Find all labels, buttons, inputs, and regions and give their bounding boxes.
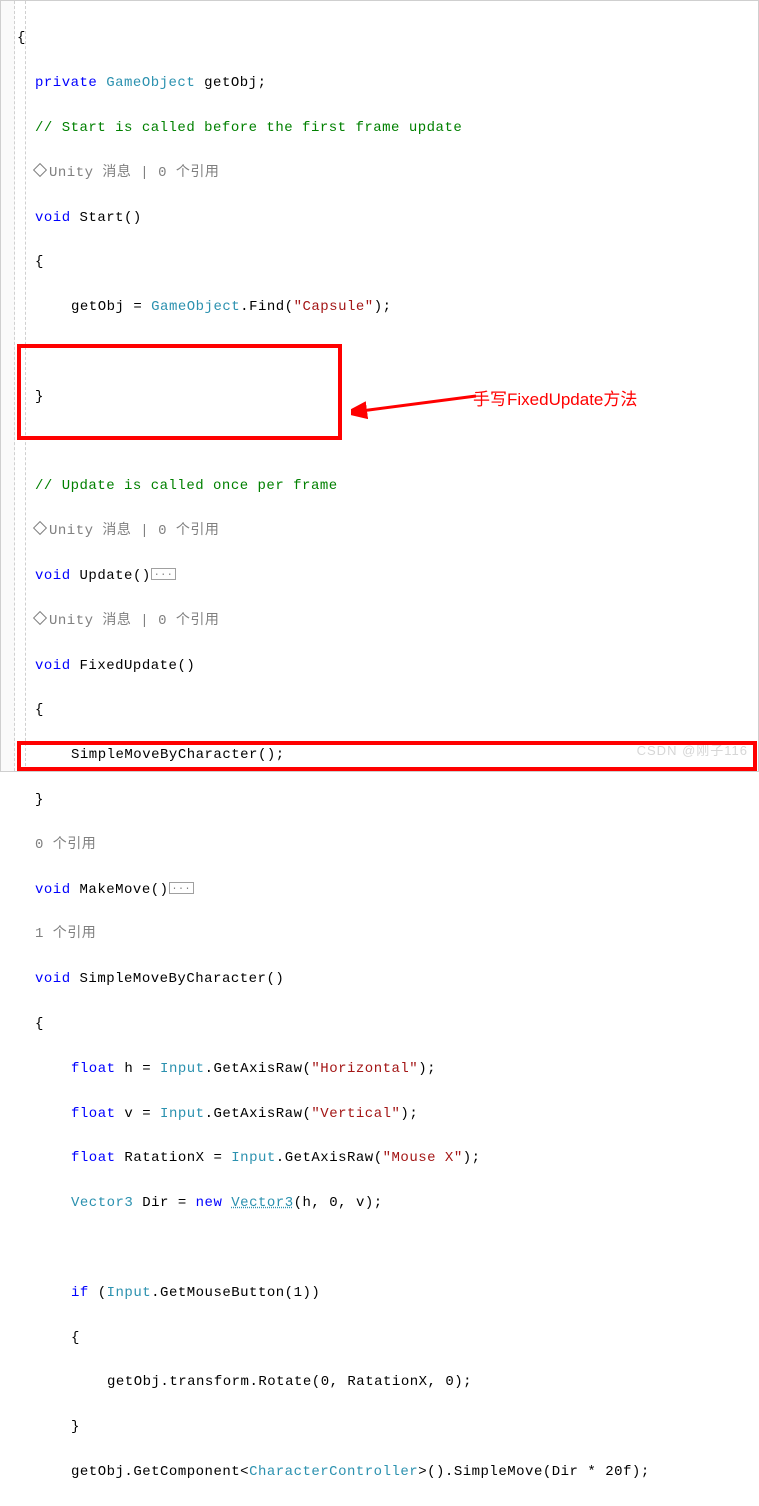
method-simplemovebychar: SimpleMoveByCharacter xyxy=(80,971,267,987)
codelens-unity[interactable]: Unity 消息 | 0 个引用 xyxy=(49,613,219,629)
code-line[interactable]: void Update()... xyxy=(17,565,758,587)
code-line[interactable]: float v = Input.GetAxisRaw("Vertical"); xyxy=(17,1103,758,1125)
codelens-line[interactable]: 0 个引用 xyxy=(17,834,758,856)
string-vertical: "Vertical" xyxy=(311,1106,400,1122)
code-line[interactable]: float RatationX = Input.GetAxisRaw("Mous… xyxy=(17,1147,758,1169)
comment-line[interactable]: // Update is called once per frame xyxy=(17,475,758,497)
fold-toggle[interactable]: ... xyxy=(169,882,195,894)
codelens-line[interactable]: Unity 消息 | 0 个引用 xyxy=(17,162,758,184)
codelens-unity[interactable]: Unity 消息 | 0 个引用 xyxy=(49,165,219,181)
type-gameobject: GameObject xyxy=(106,75,195,91)
code-line[interactable]: Vector3 Dir = new Vector3(h, 0, v); xyxy=(17,1192,758,1214)
fold-toggle[interactable]: ... xyxy=(151,568,177,580)
code-line[interactable]: getObj.GetComponent<CharacterController>… xyxy=(17,1461,758,1483)
code-line[interactable]: void FixedUpdate() xyxy=(17,655,758,677)
codelens-line[interactable]: Unity 消息 | 0 个引用 xyxy=(17,610,758,632)
call-simplemovebychar: SimpleMoveByCharacter xyxy=(71,747,258,763)
string-capsule: "Capsule" xyxy=(294,299,374,315)
unity-cube-icon xyxy=(33,521,47,535)
method-makemove: MakeMove xyxy=(80,882,151,898)
code-line[interactable]: void SimpleMoveByCharacter() xyxy=(17,968,758,990)
unity-cube-icon xyxy=(33,163,47,177)
vertical-gutter xyxy=(1,1,15,771)
codelens-unity[interactable]: Unity 消息 | 0 个引用 xyxy=(49,523,219,539)
keyword-private: private xyxy=(35,75,97,91)
annotation-text: 手写FixedUpdate方法 xyxy=(473,385,637,410)
code-line[interactable]: getObj = GameObject.Find("Capsule"); xyxy=(17,296,758,318)
open-brace: { xyxy=(17,30,26,46)
codelens-refs[interactable]: 0 个引用 xyxy=(35,837,96,853)
codelens-line[interactable]: Unity 消息 | 0 个引用 xyxy=(17,520,758,542)
codelens-refs[interactable]: 1 个引用 xyxy=(35,926,96,942)
code-line[interactable]: void Start() xyxy=(17,207,758,229)
code-line[interactable]: private GameObject getObj; xyxy=(17,72,758,94)
method-update: Update xyxy=(80,568,133,584)
method-fixedupdate: FixedUpdate xyxy=(80,658,178,674)
comment-line[interactable]: // Start is called before the first fram… xyxy=(17,117,758,139)
code-line[interactable]: getObj.transform.Rotate(0, RatationX, 0)… xyxy=(17,1371,758,1393)
code-line[interactable]: float h = Input.GetAxisRaw("Horizontal")… xyxy=(17,1058,758,1080)
codelens-line[interactable]: 1 个引用 xyxy=(17,923,758,945)
comment-update: // Update is called once per frame xyxy=(35,478,338,494)
watermark: CSDN @刚子116 xyxy=(637,740,748,759)
string-horizontal: "Horizontal" xyxy=(311,1061,418,1077)
method-start: Start xyxy=(80,210,125,226)
string-mousex: "Mouse X" xyxy=(383,1150,463,1166)
code-editor[interactable]: { private GameObject getObj; // Start is… xyxy=(15,1,758,771)
comment-start: // Start is called before the first fram… xyxy=(35,120,462,136)
code-line[interactable]: if (Input.GetMouseButton(1)) xyxy=(17,1282,758,1304)
type-charactercontroller: CharacterController xyxy=(249,1464,418,1480)
code-line[interactable]: void MakeMove()... xyxy=(17,879,758,901)
unity-cube-icon xyxy=(33,611,47,625)
